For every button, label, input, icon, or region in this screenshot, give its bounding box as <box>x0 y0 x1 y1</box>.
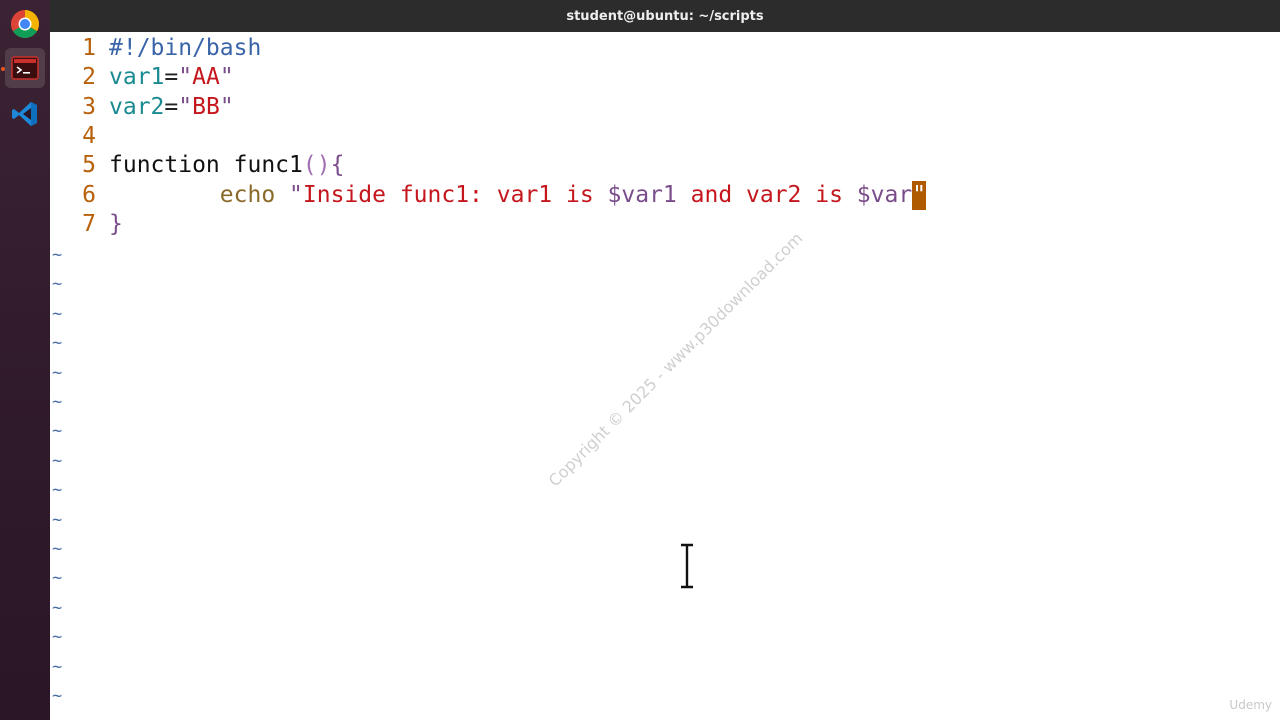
code-token: var2 <box>109 93 165 120</box>
empty-line-tilde: ~ <box>52 303 63 324</box>
launcher-dock <box>0 0 50 720</box>
code-line[interactable]: 7} <box>50 210 123 239</box>
code-token: " <box>219 64 234 91</box>
line-number: 6 <box>82 181 96 208</box>
empty-line-tilde: ~ <box>52 480 63 501</box>
code-token: #!/bin/bash <box>109 35 262 61</box>
code-token: $var <box>856 181 913 208</box>
empty-line-tilde: ~ <box>52 509 63 530</box>
code-line[interactable]: 5 function func1(){ <box>50 151 344 180</box>
code-token: AA <box>192 64 220 91</box>
code-line[interactable]: 3 var2="BB" <box>50 93 234 122</box>
vscode-icon <box>12 102 37 126</box>
code-line[interactable]: 4 <box>50 122 109 151</box>
code-token: " <box>289 181 303 208</box>
udemy-logo: Udemy <box>1229 698 1272 712</box>
code-token: = <box>164 64 179 91</box>
empty-line-tilde: ~ <box>52 392 63 412</box>
code-token: " <box>178 64 193 91</box>
code-line[interactable]: 6 echo "Inside func1: var1 is $var1 and … <box>50 180 927 210</box>
empty-line-tilde: ~ <box>52 421 63 442</box>
empty-line-tilde: ~ <box>52 333 63 354</box>
empty-line-tilde: ~ <box>52 568 63 589</box>
code-line[interactable]: 2 var1="AA" <box>50 63 234 92</box>
empty-line-tilde: ~ <box>52 274 63 295</box>
udemy-logo-text: Udemy <box>1229 698 1272 712</box>
empty-line-tilde: ~ <box>52 245 63 265</box>
terminal-launcher[interactable] <box>5 48 45 88</box>
line-number: 7 <box>82 210 96 237</box>
code-token: = <box>164 93 179 120</box>
chrome-icon <box>11 10 39 38</box>
text-cursor: " <box>912 180 927 210</box>
line-number: 3 <box>82 93 96 120</box>
code-token: echo <box>219 181 276 208</box>
empty-line-tilde: ~ <box>52 597 63 618</box>
window-titlebar[interactable]: student@ubuntu: ~/scripts <box>50 0 1280 32</box>
empty-line-tilde: ~ <box>52 539 63 559</box>
line-number: 4 <box>82 122 96 149</box>
code-token: () <box>302 152 331 179</box>
empty-line-tilde: ~ <box>52 362 63 383</box>
code-token: " <box>178 93 193 120</box>
code-token: Inside func1: var1 is <box>302 181 608 208</box>
empty-line-tilde: ~ <box>52 450 63 471</box>
code-token: $var1 <box>607 181 677 208</box>
code-token: BB <box>192 93 220 120</box>
chrome-launcher[interactable] <box>5 4 45 44</box>
code-token: { <box>330 152 345 179</box>
code-token: " <box>219 93 234 120</box>
empty-line-tilde: ~ <box>52 627 63 648</box>
code-line[interactable]: 1 #!/bin/bash <box>50 34 261 63</box>
text-cursor-icon <box>681 543 693 589</box>
terminal-icon <box>11 56 39 80</box>
empty-line-tilde: ~ <box>52 686 63 706</box>
line-number: 5 <box>82 152 96 179</box>
vscode-launcher[interactable] <box>5 94 45 134</box>
code-token: var1 <box>109 64 165 91</box>
code-token: function func1 <box>109 152 303 179</box>
window-title: student@ubuntu: ~/scripts <box>566 8 764 24</box>
line-number: 1 <box>82 35 96 61</box>
line-number: 2 <box>82 64 96 91</box>
active-indicator <box>1 67 5 71</box>
code-token: and var2 is <box>676 181 857 208</box>
code-token: } <box>109 210 123 237</box>
empty-line-tilde: ~ <box>52 656 63 677</box>
